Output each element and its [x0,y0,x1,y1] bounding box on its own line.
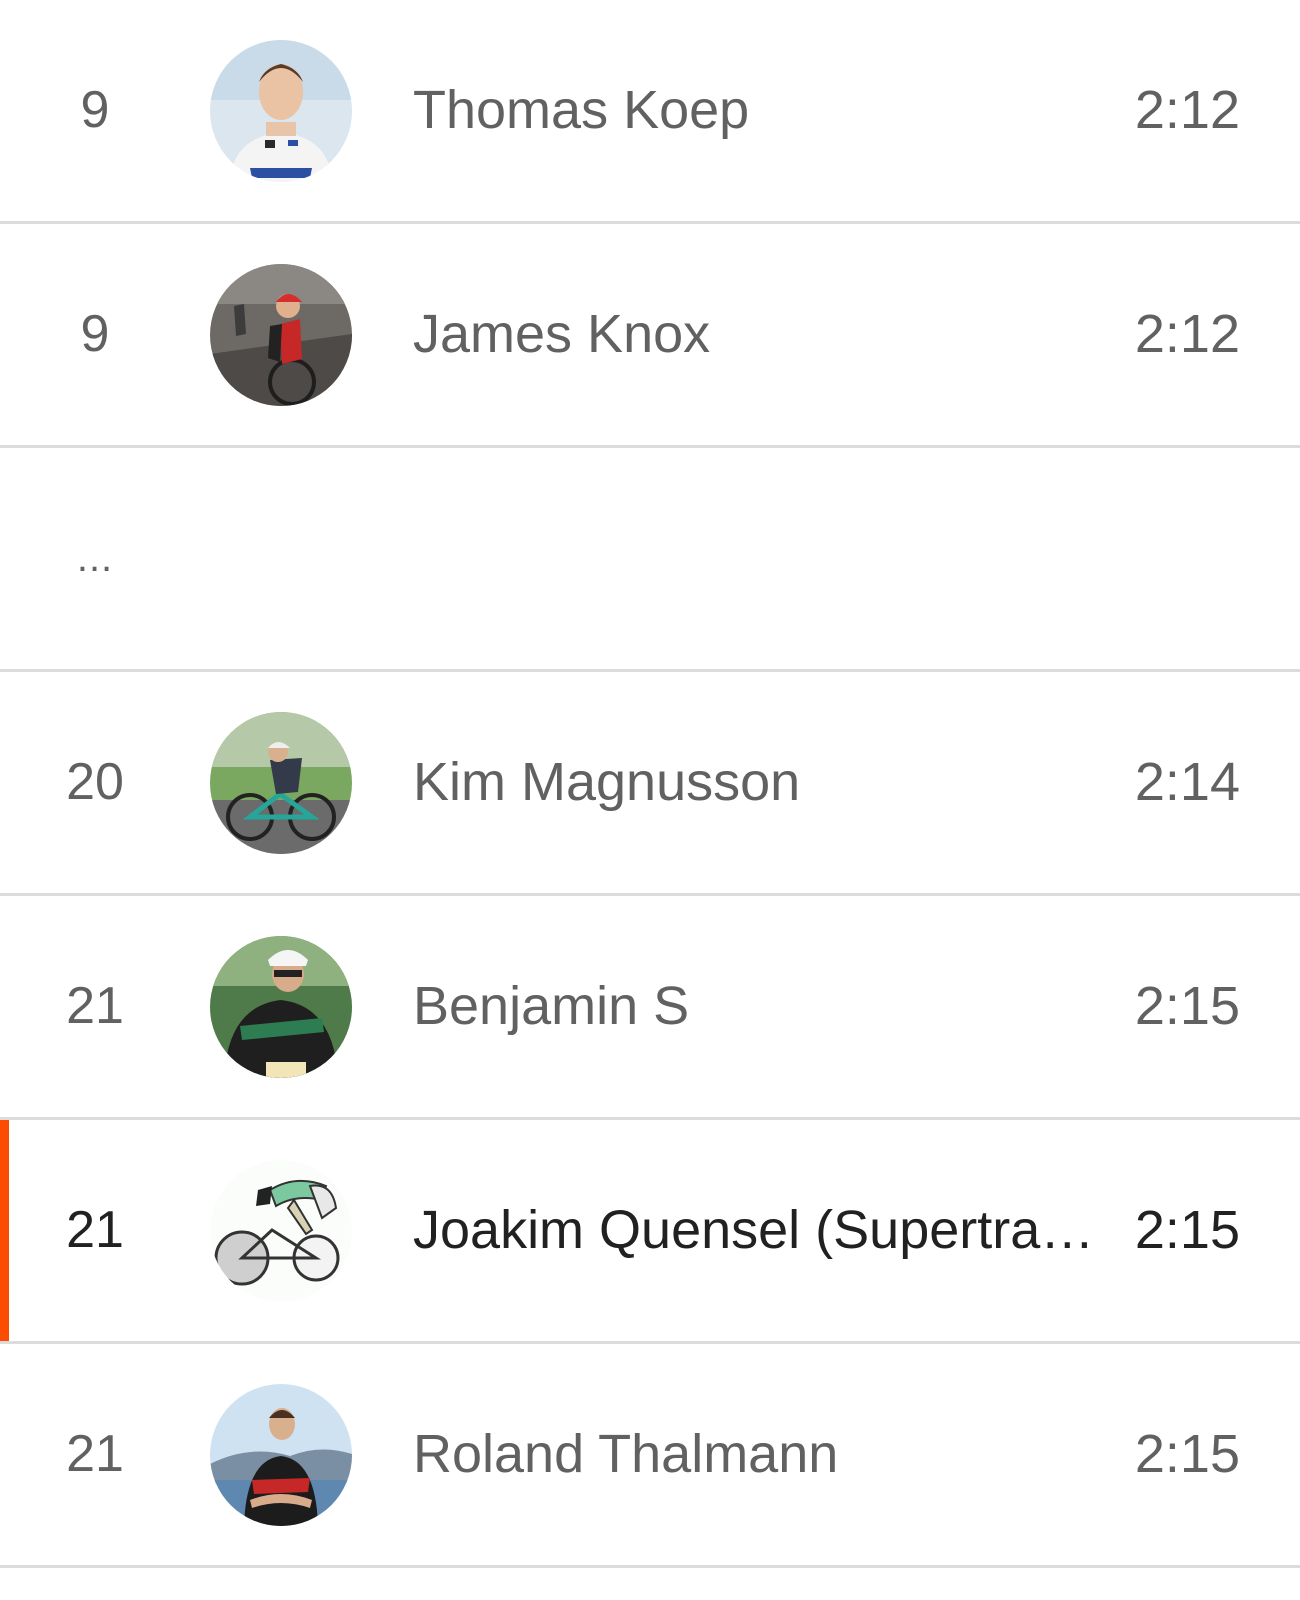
effort-time: 2:12 [1134,304,1240,364]
effort-time: 2:15 [1134,1424,1240,1484]
leaderboard-row[interactable]: 21 Benjamin S 2:15 [0,896,1300,1120]
athlete-photo-icon [210,936,352,1078]
rank-label: 20 [66,753,124,811]
effort-time: 2:12 [1134,80,1240,140]
effort-time: 2:14 [1134,752,1240,812]
athlete-name[interactable]: James Knox [413,224,1113,445]
leaderboard-row[interactable]: 9 Thomas Koep 2:12 [0,0,1300,224]
athlete-photo-icon [210,712,352,854]
athlete-name[interactable]: Benjamin S [413,896,1113,1117]
athlete-avatar[interactable] [210,712,352,854]
effort-time: 2:15 [1134,1200,1240,1260]
cyclist-cartoon-icon [210,1160,352,1302]
rank-label: 21 [66,977,124,1035]
ellipsis-label: ... [76,536,114,580]
athlete-photo-icon [210,264,352,406]
athlete-name[interactable]: Joakim Quensel (Supertram… [413,1120,1113,1341]
athlete-name[interactable]: Roland Thalmann [413,1344,1113,1565]
athlete-avatar[interactable] [210,264,352,406]
athlete-photo-icon [210,40,352,182]
segment-leaderboard: 9 Thomas Koep 2:12 9 James Knox 2:12 ...… [0,0,1300,1568]
athlete-avatar[interactable] [210,1160,352,1302]
athlete-avatar[interactable] [210,40,352,182]
athlete-avatar[interactable] [210,936,352,1078]
leaderboard-gap: ... [0,448,1300,672]
leaderboard-row[interactable]: 21 Roland Thalmann 2:15 [0,1344,1300,1568]
effort-time: 2:15 [1134,976,1240,1036]
leaderboard-row[interactable]: 20 Kim Magnusson 2:14 [0,672,1300,896]
leaderboard-row-current-user[interactable]: 21 Joakim Quensel (Supertram… 2:15 [0,1120,1300,1344]
rank-label: 9 [80,305,110,363]
athlete-name[interactable]: Thomas Koep [413,0,1113,221]
athlete-avatar[interactable] [210,1384,352,1526]
rank-label: 21 [66,1425,124,1483]
leaderboard-row[interactable]: 9 James Knox 2:12 [0,224,1300,448]
athlete-name[interactable]: Kim Magnusson [413,672,1113,893]
rank-label: 21 [66,1201,124,1259]
athlete-photo-icon [210,1384,352,1526]
rank-label: 9 [80,81,110,139]
